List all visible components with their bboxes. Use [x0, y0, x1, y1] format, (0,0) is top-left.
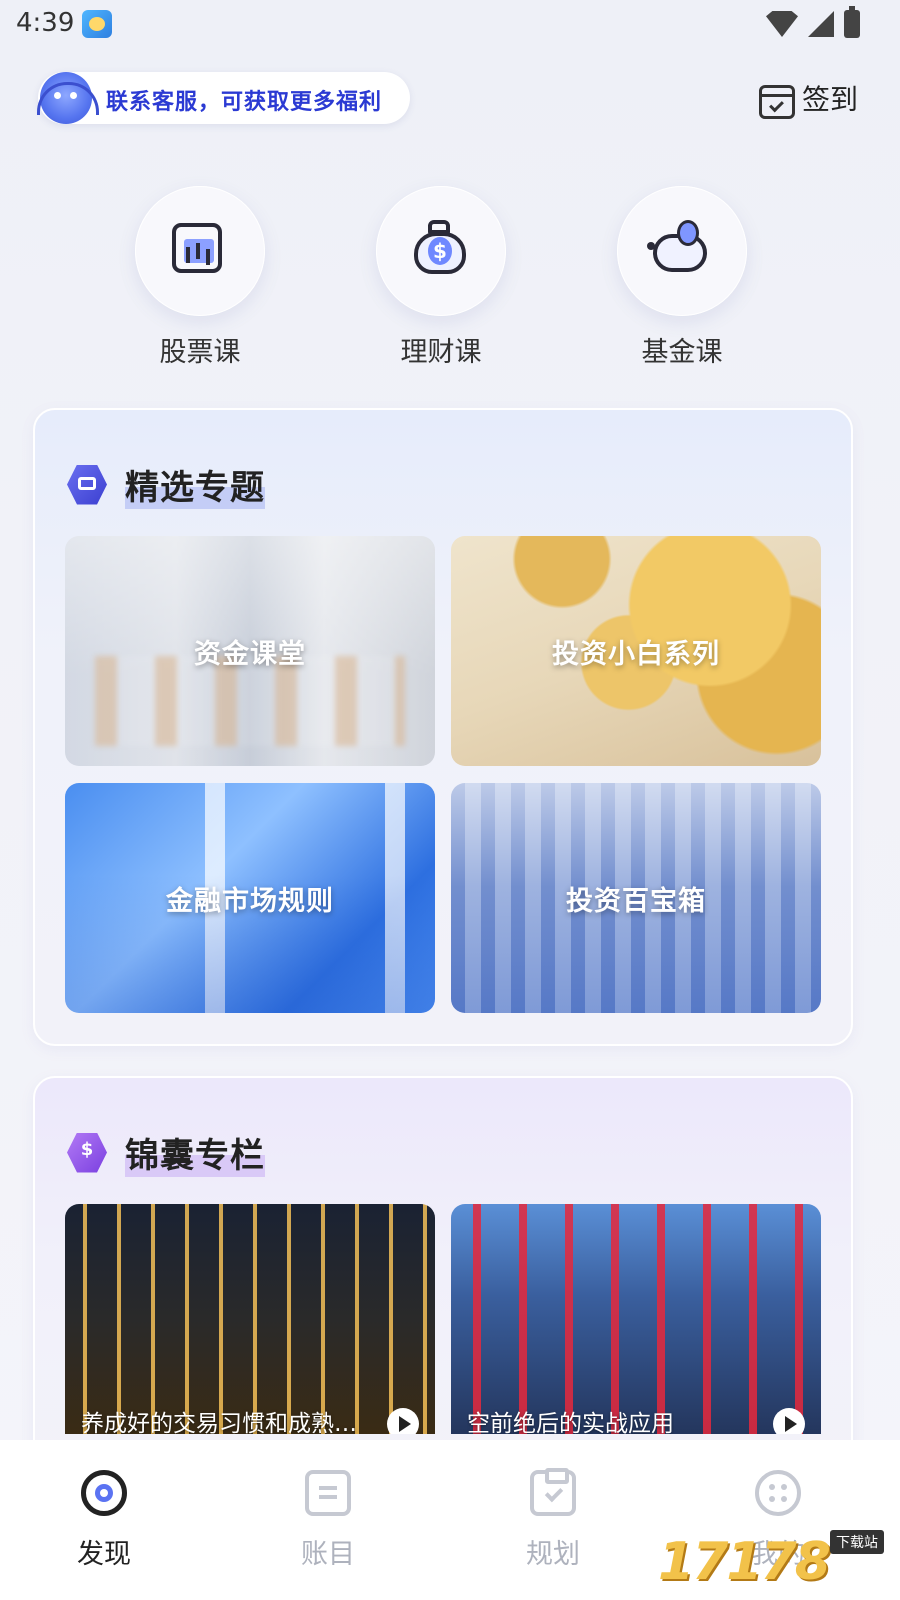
tab-discover[interactable]: 发现: [44, 1470, 164, 1571]
featured-topics-title: 精选专题: [125, 460, 265, 509]
clipboard-check-icon: [530, 1468, 576, 1516]
status-indicators: [766, 6, 860, 38]
finance-course-label: 理财课: [400, 337, 482, 368]
video-caption: 空前绝后的实战应用: [467, 1411, 674, 1434]
discover-icon: [81, 1470, 127, 1516]
stock-chart-icon: [172, 223, 222, 273]
site-watermark: 17178 下载站: [658, 1526, 886, 1592]
topic-tile-label: 投资小白系列: [552, 639, 720, 670]
fund-course-button[interactable]: 基金课: [612, 186, 752, 369]
video-caption: 养成好的交易习惯和成熟的...: [81, 1411, 371, 1434]
app-notification-icon: [82, 10, 112, 38]
video-card[interactable]: 空前绝后的实战应用: [451, 1204, 821, 1434]
topic-tile-label: 金融市场规则: [166, 886, 334, 917]
tips-column-title: 锦囊专栏: [125, 1128, 265, 1177]
topic-tile-toolbox[interactable]: 投资百宝箱: [451, 783, 821, 1013]
topic-tile-market-rules[interactable]: 金融市场规则: [65, 783, 435, 1013]
watermark-tag: 下载站: [830, 1530, 884, 1554]
customer-service-avatar-icon: [37, 72, 99, 124]
video-card[interactable]: 养成好的交易习惯和成熟的...: [65, 1204, 435, 1434]
battery-icon: [844, 6, 860, 38]
topic-tile-capital-class[interactable]: 资金课堂: [65, 536, 435, 766]
play-icon[interactable]: [387, 1408, 419, 1434]
featured-topics-header: 精选专题: [67, 460, 265, 509]
fund-course-label: 基金课: [641, 337, 723, 368]
monitor-badge-icon: [67, 464, 107, 505]
signin-button[interactable]: 签到: [758, 76, 858, 120]
play-icon[interactable]: [773, 1408, 805, 1434]
calendar-check-icon: [758, 80, 795, 119]
money-bag-icon: $: [410, 218, 470, 278]
status-bar: 4:39: [0, 0, 900, 48]
cellular-signal-icon: [808, 11, 834, 37]
topic-tile-label: 投资百宝箱: [566, 886, 706, 917]
wifi-icon: [766, 11, 798, 37]
tab-label: 规划: [526, 1539, 580, 1570]
dollar-badge-icon: [67, 1132, 107, 1173]
featured-topics-card: 精选专题 资金课堂 投资小白系列 金融市场规则 投资百宝箱: [33, 408, 853, 1046]
stock-course-label: 股票课: [159, 337, 241, 368]
course-shortcuts: 股票课 $ 理财课 基金课: [0, 186, 900, 376]
tips-column-card: 锦囊专栏 养成好的交易习惯和成熟的... 空前绝后的实战应用: [33, 1076, 853, 1480]
customer-service-text: 联系客服，可获取更多福利: [106, 90, 383, 115]
stock-course-button[interactable]: 股票课: [130, 186, 270, 369]
tips-column-header: 锦囊专栏: [67, 1128, 265, 1177]
watermark-text: 17178: [658, 1532, 831, 1592]
topic-tile-beginner-series[interactable]: 投资小白系列: [451, 536, 821, 766]
ledger-icon: [305, 1470, 351, 1516]
tab-ledger[interactable]: 账目: [268, 1470, 388, 1571]
tab-label: 发现: [77, 1539, 131, 1570]
grid-dots-icon: [755, 1470, 801, 1516]
piggy-bank-icon: [647, 220, 717, 280]
customer-service-banner[interactable]: 联系客服，可获取更多福利: [37, 72, 410, 124]
signin-label: 签到: [801, 83, 858, 116]
status-time: 4:39: [16, 8, 75, 38]
finance-course-button[interactable]: $ 理财课: [371, 186, 511, 369]
tab-plan[interactable]: 规划: [493, 1468, 613, 1571]
tab-label: 账目: [301, 1539, 355, 1570]
topic-tile-label: 资金课堂: [194, 639, 306, 670]
